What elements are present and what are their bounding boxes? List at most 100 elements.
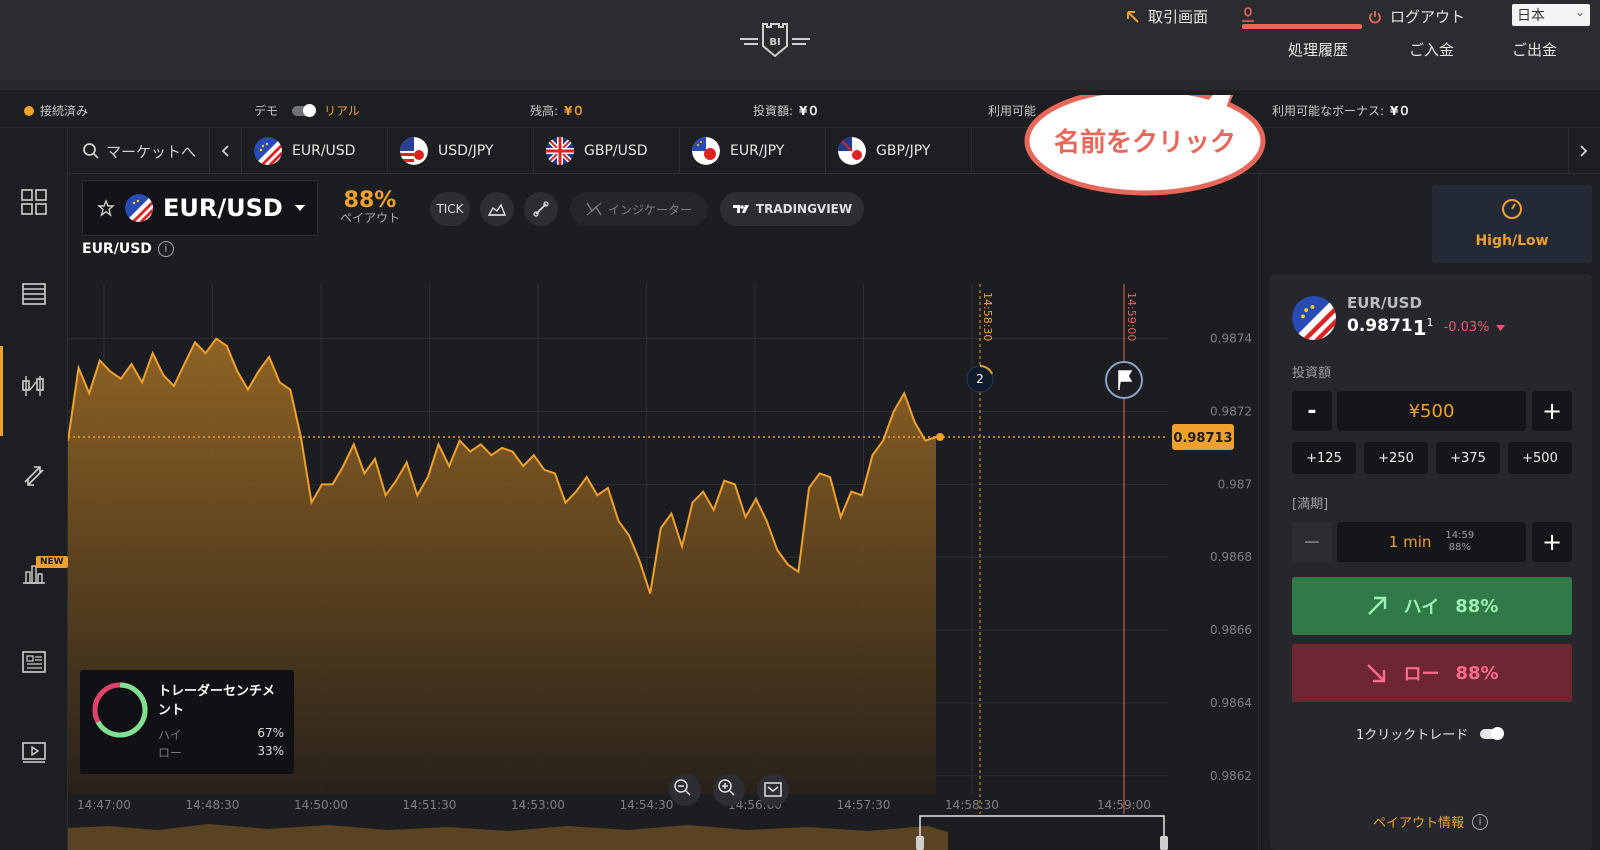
tick-button[interactable]: TICK <box>430 192 470 226</box>
real-label: リアル <box>324 104 360 118</box>
invested-value: ¥０ <box>799 104 820 118</box>
new-badge: NEW <box>36 556 68 568</box>
connection-status: 接続済み <box>24 102 88 119</box>
indicator-icon <box>586 202 602 216</box>
market-tab-eur-usd[interactable]: EUR/USD <box>242 128 388 174</box>
candlestick-icon[interactable] <box>20 372 48 400</box>
x-tick-label: 14:59:00 <box>1097 798 1151 812</box>
expiry-payout: 88% <box>1448 542 1471 553</box>
high-payout: 88% <box>1455 595 1499 617</box>
high-low-tab[interactable]: High/Low <box>1432 185 1592 263</box>
info-icon[interactable]: i <box>157 241 174 257</box>
bonus-value: ¥０ <box>1390 104 1411 118</box>
indicator-button[interactable]: インジケーター <box>570 192 708 226</box>
price-main: 0.9871 <box>1347 316 1413 336</box>
user-icon[interactable] <box>1240 6 1256 24</box>
withdraw-link[interactable]: ご出金 <box>1512 39 1557 60</box>
dashboard-icon[interactable] <box>20 188 48 216</box>
star-icon[interactable] <box>97 199 115 217</box>
expiry-plus-button[interactable]: + <box>1532 522 1572 562</box>
chart-asset-label: EUR/USD i <box>82 241 174 257</box>
amount-minus-button[interactable]: - <box>1292 391 1332 431</box>
mode-toggle[interactable] <box>292 103 317 117</box>
x-tick-label: 14:51:30 <box>403 798 457 812</box>
y-tick-label: 0.9866 <box>1210 623 1252 637</box>
deadline-time-label: 14:58:30 <box>981 292 994 341</box>
high-low-label: High/Low <box>1475 233 1549 249</box>
one-click-toggle[interactable] <box>1480 726 1505 740</box>
low-payout: 88% <box>1455 662 1499 684</box>
header: BI 取引画面 ログアウト 日本 ⌄ 処理履歴 ご入金 ご出金 <box>0 0 1600 80</box>
status-bar: 接続済み デモ リアル 残高: ¥０ 投資額: ¥０ 利用可能 利用可能なボーナ… <box>0 90 1600 128</box>
market-tab-label: GBP/JPY <box>876 143 931 159</box>
y-tick-label: 0.9872 <box>1210 405 1252 419</box>
low-button[interactable]: ロー 88% <box>1292 644 1572 702</box>
trade-list-icon[interactable] <box>20 280 48 308</box>
tabs-next-button[interactable] <box>1568 128 1600 174</box>
high-button[interactable]: ハイ 88% <box>1292 577 1572 635</box>
arrow-down-right-icon <box>1367 664 1386 683</box>
market-tab-usd-jpy[interactable]: USD/JPY <box>388 128 534 174</box>
indicator-label: インジケーター <box>607 202 692 217</box>
payout-info-link[interactable]: ペイアウト情報 i <box>1373 812 1489 831</box>
tabs-prev-button[interactable] <box>210 128 242 174</box>
sentiment-donut <box>92 682 148 738</box>
us-jp-flag-icon <box>400 137 428 165</box>
invested: 投資額: ¥０ <box>753 102 819 119</box>
chevron-down-icon: ⌄ <box>1574 5 1585 19</box>
trade-screen-label: 取引画面 <box>1148 8 1209 26</box>
search-icon <box>83 143 99 159</box>
y-tick-label: 0.987 <box>1218 477 1252 491</box>
sentiment-high-value: 67% <box>257 726 284 740</box>
demo-label: デモ <box>254 104 279 118</box>
navigator-right-handle[interactable] <box>1160 836 1168 850</box>
expiry-minus-button[interactable]: − <box>1292 522 1332 562</box>
market-tab-label: USD/JPY <box>438 143 494 159</box>
drawing-tool-button[interactable] <box>524 192 558 226</box>
deposit-link[interactable]: ご入金 <box>1409 39 1454 60</box>
history-link[interactable]: 処理履歴 <box>1288 39 1348 60</box>
quick-amount-125[interactable]: +125 <box>1292 442 1356 474</box>
x-tick-label: 14:54:30 <box>620 798 674 812</box>
language-select[interactable]: 日本 ⌄ <box>1512 4 1590 26</box>
current-price-tag: 0.98713 <box>1172 424 1234 450</box>
tradingview-logo-icon <box>732 205 749 213</box>
amount-plus-button[interactable]: + <box>1532 391 1572 431</box>
low-label: ロー <box>1403 664 1440 685</box>
news-icon[interactable] <box>20 648 48 676</box>
high-label: ハイ <box>1403 597 1440 618</box>
chart-type-button[interactable] <box>480 192 514 226</box>
trade-screen-link[interactable]: 取引画面 <box>1126 6 1208 27</box>
chart-reset-button[interactable] <box>757 774 789 806</box>
market-tab-gbp-jpy[interactable]: GBP/JPY <box>826 128 972 174</box>
arrow-up-left-icon <box>1127 10 1139 23</box>
market-search-button[interactable]: マーケットへ <box>68 128 210 174</box>
market-tab-label: EUR/JPY <box>730 143 785 159</box>
x-tick-label: 14:50:00 <box>294 798 348 812</box>
expiry-select[interactable]: 1 min 14:59 88% <box>1337 522 1526 562</box>
navigator-left-handle[interactable] <box>916 836 924 850</box>
user-name-link[interactable] <box>1242 24 1362 29</box>
quick-amount-250[interactable]: +250 <box>1364 442 1428 474</box>
amount-input[interactable]: ¥500 <box>1337 391 1526 431</box>
power-icon <box>1369 10 1381 23</box>
x-tick-label: 14:57:30 <box>837 798 891 812</box>
video-icon[interactable] <box>20 738 48 766</box>
header-divider <box>0 80 1600 90</box>
account-mode-switch[interactable]: デモ リアル <box>254 102 360 119</box>
x-tick-label: 14:58:30 <box>945 798 999 812</box>
payout-label: ペイアウト <box>340 211 401 225</box>
transfer-arrows-icon[interactable] <box>20 462 48 490</box>
market-tab-gbp-usd[interactable]: GBP/USD <box>534 128 680 174</box>
market-tab-eur-jpy[interactable]: EUR/JPY <box>680 128 826 174</box>
tradingview-button[interactable]: TRADINGVIEW <box>720 192 864 226</box>
down-caret-icon <box>1495 325 1505 331</box>
quick-amount-500[interactable]: +500 <box>1508 442 1572 474</box>
trade-asset-name: EUR/USD <box>1347 294 1422 312</box>
asset-selector[interactable]: EUR/USD <box>82 180 318 236</box>
balance: 残高: ¥０ <box>530 102 584 119</box>
logo-icon[interactable]: BI <box>738 22 812 60</box>
logout-link[interactable]: ログアウト <box>1368 6 1465 27</box>
quick-amount-375[interactable]: +375 <box>1436 442 1500 474</box>
expiry-time: 14:59 <box>1445 530 1475 541</box>
